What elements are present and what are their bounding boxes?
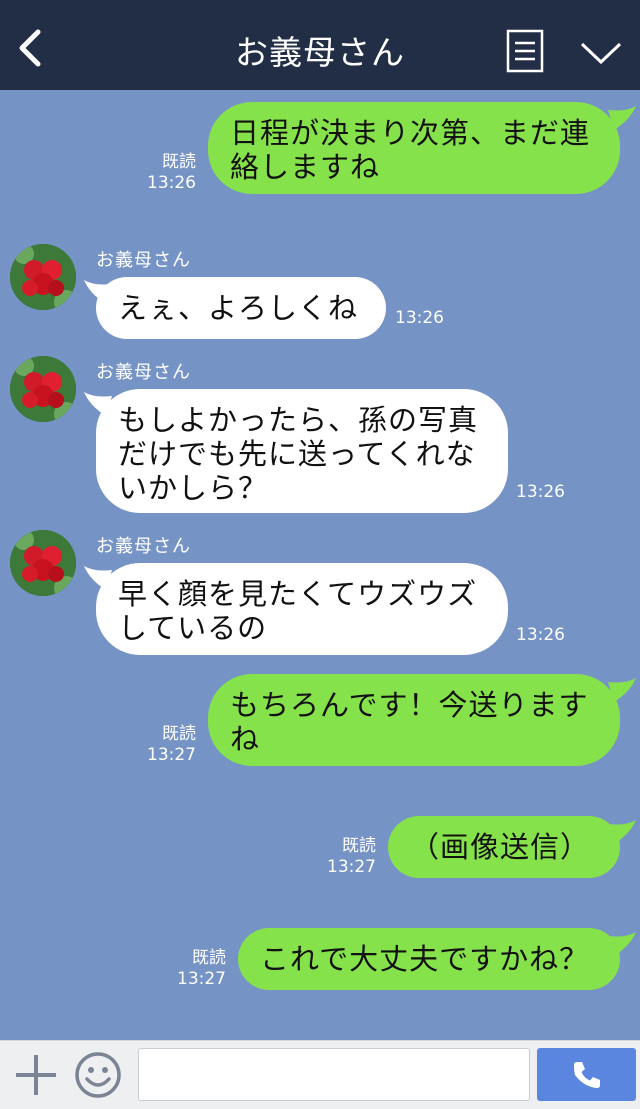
message-composer <box>0 1040 640 1109</box>
message-bubble-incoming[interactable]: もしよかったら、孫の写真 だけでも先に送ってくれな いかしら？ <box>96 389 508 513</box>
sender-name: お義母さん <box>96 362 191 383</box>
message-line: もちろんです！今送ります <box>230 688 589 722</box>
message-line: だけでも先に送ってくれな <box>118 437 476 471</box>
chevron-down-icon <box>580 42 622 65</box>
message-line: ね <box>230 722 261 756</box>
message-line: 早く顔を見たくてウズウズ <box>118 577 478 611</box>
bubble-tail-outgoing <box>608 932 636 956</box>
plus-icon <box>16 1055 56 1095</box>
smiley-icon <box>75 1052 121 1098</box>
call-button[interactable] <box>537 1048 636 1101</box>
read-label: 既読 <box>342 836 376 856</box>
read-status: 既読 13:26 <box>147 152 196 194</box>
collapse-button[interactable] <box>578 38 624 68</box>
message-bubble-outgoing[interactable]: もちろんです！今送ります ね <box>208 674 620 766</box>
message-line: しているの <box>118 611 268 645</box>
read-status: 既読 13:27 <box>147 724 196 766</box>
message-bubble-outgoing[interactable]: （画像送信） <box>388 816 620 878</box>
message-time: 13:27 <box>147 745 196 765</box>
chat-area[interactable]: 既読 13:26 日程が決まり次第、まだ連 絡しますね お義母さん えぇ、よろし… <box>0 90 640 1040</box>
bubble-tail-outgoing <box>608 678 636 702</box>
avatar-flowers-icon <box>10 356 76 422</box>
bubble-tail-outgoing <box>608 106 636 130</box>
add-attachment-button[interactable] <box>14 1053 58 1097</box>
message-time: 13:26 <box>147 173 196 193</box>
avatar[interactable] <box>10 530 76 596</box>
chat-title: お義母さん <box>235 33 405 72</box>
message-bubble-incoming[interactable]: えぇ、よろしくね <box>96 277 386 339</box>
read-label: 既読 <box>162 152 196 172</box>
sender-name: お義母さん <box>96 536 191 557</box>
message-line: いかしら？ <box>118 471 269 505</box>
avatar[interactable] <box>10 356 76 422</box>
read-status: 既読 13:27 <box>177 948 226 990</box>
read-label: 既読 <box>192 948 226 968</box>
bubble-tail-outgoing <box>608 820 636 844</box>
message-line: えぇ、よろしくね <box>118 291 359 325</box>
sender-name: お義母さん <box>96 250 191 271</box>
message-line: これで大丈夫ですかね？ <box>260 942 590 976</box>
message-bubble-incoming[interactable]: 早く顔を見たくてウズウズ しているの <box>96 563 508 655</box>
message-input[interactable] <box>138 1048 530 1101</box>
message-time: 13:26 <box>516 482 565 502</box>
message-time: 13:27 <box>177 969 226 989</box>
avatar-flowers-icon <box>10 244 76 310</box>
read-status: 既読 13:27 <box>327 836 376 878</box>
message-line: もしよかったら、孫の写真 <box>118 403 479 437</box>
menu-button[interactable] <box>506 29 544 73</box>
message-bubble-outgoing[interactable]: これで大丈夫ですかね？ <box>238 928 620 990</box>
message-bubble-outgoing[interactable]: 日程が決まり次第、まだ連 絡しますね <box>208 102 620 194</box>
avatar[interactable] <box>10 244 76 310</box>
read-label: 既読 <box>162 724 196 744</box>
phone-icon <box>574 1062 600 1088</box>
message-time: 13:26 <box>395 308 444 328</box>
message-line: 絡しますね <box>230 150 381 184</box>
list-icon <box>506 29 544 73</box>
message-time: 13:27 <box>327 857 376 877</box>
message-time: 13:26 <box>516 625 565 645</box>
chat-header: お義母さん <box>0 0 640 90</box>
message-line: （画像送信） <box>410 830 591 864</box>
message-line: 日程が決まり次第、まだ連 <box>230 116 591 150</box>
avatar-flowers-icon <box>10 530 76 596</box>
emoji-button[interactable] <box>74 1051 122 1099</box>
